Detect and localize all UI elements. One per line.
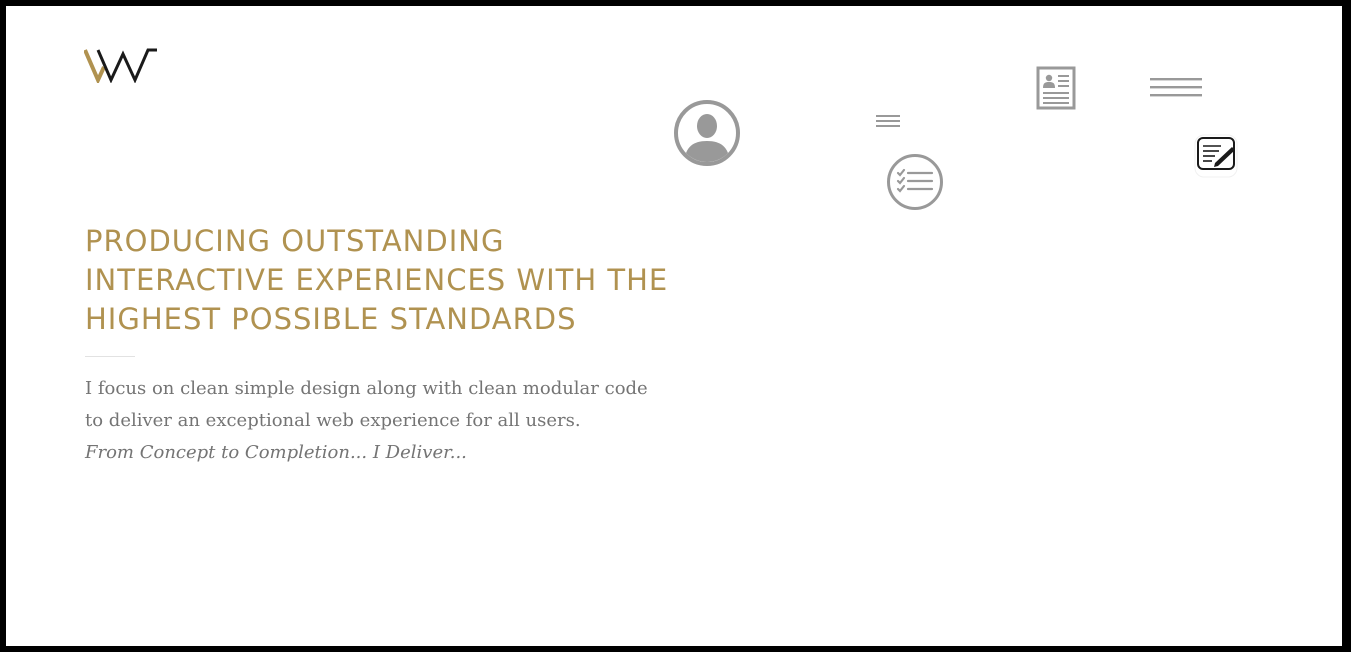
hero-intro: I focus on clean simple design along wit…: [85, 373, 785, 469]
page-frame: PRODUCING OUTSTANDING INTERACTIVE EXPERI…: [6, 6, 1342, 646]
headline-line: INTERACTIVE EXPERIENCES WITH THE: [85, 263, 669, 297]
hamburger-icon[interactable]: [1148, 76, 1204, 100]
headline-line: HIGHEST POSSIBLE STANDARDS: [85, 302, 577, 336]
hero-tagline: From Concept to Completion... I Deliver.…: [85, 442, 467, 463]
hero-headline: PRODUCING OUTSTANDING INTERACTIVE EXPERI…: [85, 222, 785, 339]
intro-line: I focus on clean simple design along wit…: [85, 378, 648, 399]
vw-logo-icon: [83, 48, 157, 85]
hero-section: PRODUCING OUTSTANDING INTERACTIVE EXPERI…: [85, 222, 785, 469]
logo[interactable]: [83, 47, 160, 85]
edit-note-icon[interactable]: [1192, 132, 1240, 180]
user-icon[interactable]: [674, 100, 740, 166]
headline-divider: [85, 356, 135, 357]
resume-icon[interactable]: [1036, 66, 1076, 110]
headline-line: PRODUCING OUTSTANDING: [85, 224, 505, 258]
checklist-icon[interactable]: [886, 153, 944, 211]
menu-lines-icon[interactable]: [874, 112, 902, 130]
intro-line: to deliver an exceptional web experience…: [85, 410, 581, 431]
